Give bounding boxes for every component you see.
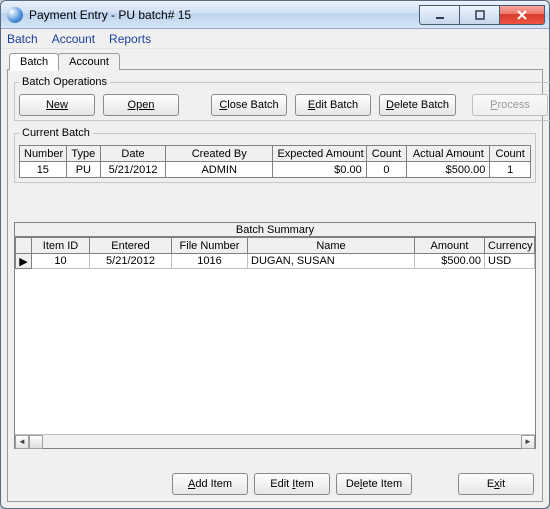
tabpage-batch: Batch Operations New Open Close Batch Ed… [7, 69, 543, 502]
grid-body: Item ID Entered File Number Name Amount … [15, 237, 535, 434]
tab-account[interactable]: Account [58, 53, 120, 70]
group-batch-operations: Batch Operations New Open Close Batch Ed… [14, 76, 550, 121]
current-batch-row[interactable]: 15 PU 5/21/2012 ADMIN $0.00 0 $500.00 1 [20, 162, 531, 178]
grid-hdr-row [16, 238, 32, 254]
edit-batch-button[interactable]: Edit Batch [295, 94, 371, 116]
titlebar[interactable]: Payment Entry - PU batch# 15 [1, 1, 549, 29]
group-batch-operations-legend: Batch Operations [19, 76, 110, 88]
new-button[interactable]: New [19, 94, 95, 116]
hdr-count1: Count [366, 146, 407, 162]
process-button: Process [472, 94, 548, 116]
delete-item-button[interactable]: Delete Item [336, 473, 412, 495]
close-button[interactable] [499, 5, 545, 25]
val-expamt: $0.00 [273, 162, 366, 178]
hdr-created: Created By [165, 146, 272, 162]
new-button-label: New [46, 99, 68, 111]
cell-currency: USD [485, 254, 535, 269]
window-title: Payment Entry - PU batch# 15 [29, 8, 419, 22]
group-current-batch-legend: Current Batch [19, 127, 93, 139]
menu-reports[interactable]: Reports [109, 32, 151, 46]
app-window: Payment Entry - PU batch# 15 Batch Accou… [0, 0, 550, 509]
scroll-track[interactable] [29, 435, 521, 449]
grid-hdr-amount[interactable]: Amount [415, 238, 485, 254]
val-date: 5/21/2012 [101, 162, 166, 178]
bottom-button-row: Add Item Edit Item Delete Item Exit [12, 471, 538, 497]
edit-item-button[interactable]: Edit Item [254, 473, 330, 495]
table-row[interactable]: ▶ 10 5/21/2012 1016 DUGAN, SUSAN $500.00… [16, 254, 535, 269]
hdr-type: Type [66, 146, 100, 162]
menubar: Batch Account Reports [1, 29, 549, 49]
open-button[interactable]: Open [103, 94, 179, 116]
val-type: PU [66, 162, 100, 178]
grid-hdr-currency[interactable]: Currency [485, 238, 535, 254]
tabstrip: Batch Account [7, 50, 543, 70]
current-batch-table: Number Type Date Created By Expected Amo… [19, 145, 531, 178]
cell-filenum: 1016 [172, 254, 248, 269]
exit-button[interactable]: Exit [458, 473, 534, 495]
val-count1: 0 [366, 162, 407, 178]
hdr-date: Date [101, 146, 166, 162]
val-created: ADMIN [165, 162, 272, 178]
val-actamt: $500.00 [407, 162, 490, 178]
grid-table[interactable]: Item ID Entered File Number Name Amount … [15, 237, 535, 269]
grid-hdr-itemid[interactable]: Item ID [32, 238, 90, 254]
maximize-button[interactable] [459, 5, 499, 25]
grid-hscrollbar[interactable]: ◄ ► [15, 434, 535, 448]
menu-account[interactable]: Account [52, 32, 95, 46]
grid-hdr-name[interactable]: Name [248, 238, 415, 254]
group-current-batch: Current Batch Number Type Date Created B… [14, 127, 536, 183]
close-batch-button[interactable]: Close Batch [211, 94, 287, 116]
hdr-number: Number [20, 146, 67, 162]
cell-name: DUGAN, SUSAN [248, 254, 415, 269]
row-marker-icon: ▶ [16, 254, 32, 269]
cell-itemid: 10 [32, 254, 90, 269]
grid-title: Batch Summary [15, 223, 535, 237]
app-icon [7, 7, 23, 23]
minimize-button[interactable] [419, 5, 459, 25]
cell-amount: $500.00 [415, 254, 485, 269]
scroll-right-icon[interactable]: ► [521, 435, 535, 449]
client-area: Batch Account Batch Operations New Open … [7, 50, 543, 502]
menu-batch[interactable]: Batch [7, 32, 38, 46]
val-count2: 1 [490, 162, 531, 178]
delete-batch-button[interactable]: Delete Batch [379, 94, 456, 116]
batch-operations-row: New Open Close Batch Edit Batch Delete B… [19, 94, 548, 116]
add-item-button[interactable]: Add Item [172, 473, 248, 495]
grid-hdr-filenum[interactable]: File Number [172, 238, 248, 254]
window-controls [419, 5, 545, 25]
tab-batch[interactable]: Batch [9, 53, 59, 71]
open-button-label: Open [128, 99, 155, 111]
batch-summary-grid: Batch Summary Item ID Entered File Numbe… [14, 222, 536, 449]
scroll-thumb[interactable] [29, 435, 43, 449]
val-number: 15 [20, 162, 67, 178]
hdr-actamt: Actual Amount [407, 146, 490, 162]
hdr-expamt: Expected Amount [273, 146, 366, 162]
scroll-left-icon[interactable]: ◄ [15, 435, 29, 449]
grid-hdr-entered[interactable]: Entered [90, 238, 172, 254]
cell-entered: 5/21/2012 [90, 254, 172, 269]
hdr-count2: Count [490, 146, 531, 162]
